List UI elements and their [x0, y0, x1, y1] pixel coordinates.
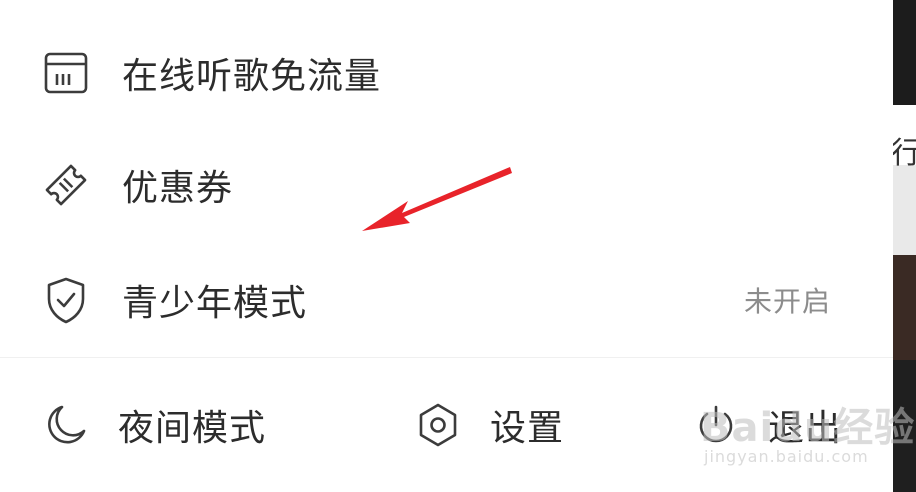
menu-item-label: 优惠券 [122, 168, 234, 209]
background-content-edge: 行 [893, 0, 916, 492]
sim-card-icon [40, 47, 92, 99]
menu-item-label: 在线听歌免流量 [122, 56, 382, 97]
bottom-bar: 夜间模式 设置 退出 [0, 370, 893, 480]
menu-item-teen-mode[interactable]: 青少年模式 未开启 [0, 245, 893, 355]
logout-label: 退出 [768, 408, 843, 449]
settings-label: 设置 [490, 408, 565, 449]
ticket-icon [40, 159, 92, 211]
side-drawer: 在线听歌免流量 优惠券 青少年模式 未开启 夜间模式 设置 退出 [0, 0, 893, 492]
night-mode-label: 夜间模式 [118, 408, 267, 449]
background-text: 行 [893, 136, 916, 171]
teen-mode-status: 未开启 [743, 285, 831, 318]
settings-button[interactable]: 设置 [412, 370, 564, 480]
menu-item-label: 青少年模式 [122, 283, 308, 324]
divider [0, 357, 893, 358]
power-icon [690, 399, 742, 451]
gear-icon [412, 399, 464, 451]
shield-check-icon [40, 274, 92, 326]
menu-item-free-data[interactable]: 在线听歌免流量 [0, 18, 893, 128]
night-mode-button[interactable]: 夜间模式 [40, 370, 266, 480]
logout-button[interactable]: 退出 [690, 370, 842, 480]
moon-icon [40, 399, 92, 451]
annotation-arrow-icon [362, 167, 512, 231]
